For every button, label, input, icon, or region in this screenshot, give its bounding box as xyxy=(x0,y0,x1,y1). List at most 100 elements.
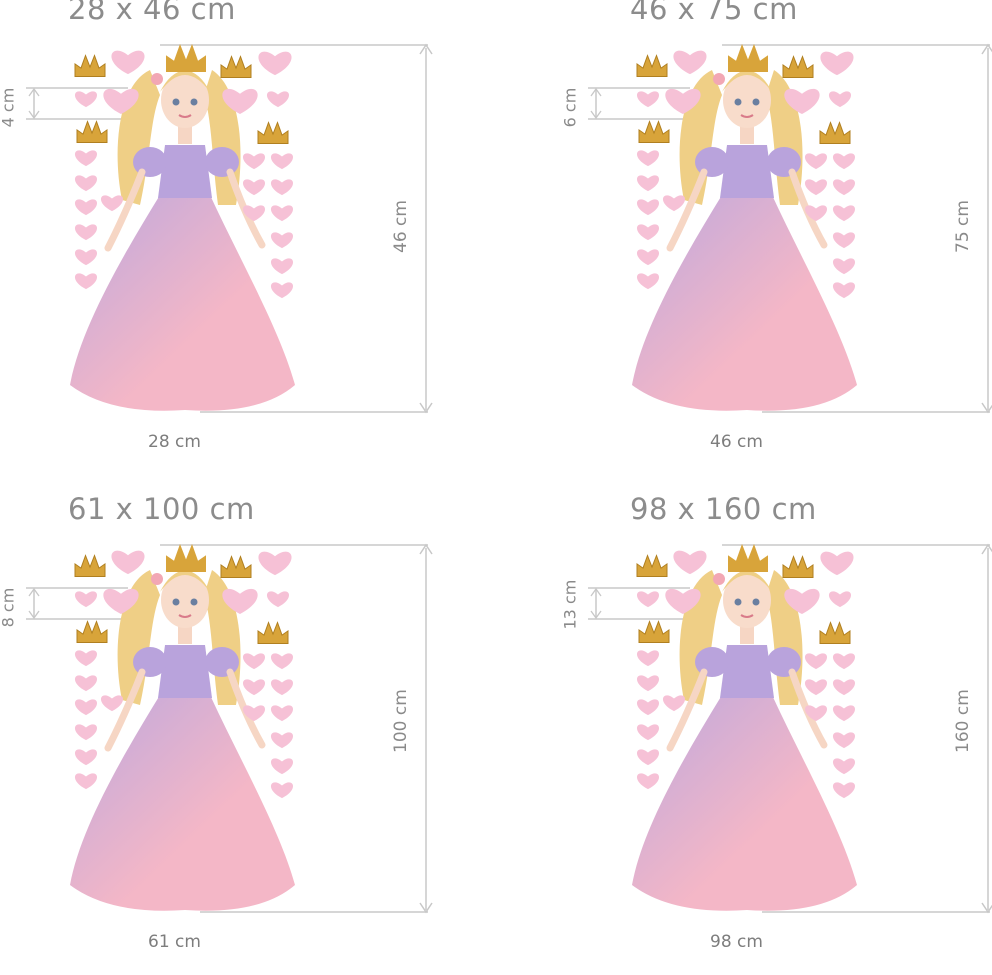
arrow-up-icon xyxy=(981,543,992,555)
heart-icon xyxy=(74,273,98,290)
heart-icon xyxy=(270,205,294,222)
princess-illustration xyxy=(588,43,992,414)
heart-icon xyxy=(820,51,854,76)
heart-icon xyxy=(636,224,660,241)
crown-icon xyxy=(257,621,289,644)
princess-eye xyxy=(172,98,180,106)
heart-icon xyxy=(636,749,660,766)
flower-icon xyxy=(151,73,163,85)
heart-icon xyxy=(270,758,294,775)
heart-icon xyxy=(662,695,686,712)
princess-dress xyxy=(632,195,857,411)
princess-dress xyxy=(632,695,857,911)
crown-icon xyxy=(220,555,252,578)
princess-bodice xyxy=(720,645,774,698)
width-label: 46 cm xyxy=(710,432,763,452)
heart-icon xyxy=(636,91,660,108)
heart-icon xyxy=(266,591,290,608)
heart-icon xyxy=(74,249,98,266)
princess-bodice xyxy=(158,645,212,698)
height-label: 160 cm xyxy=(953,689,973,753)
heart-icon xyxy=(636,699,660,716)
crown-icon xyxy=(638,120,670,143)
tiara-icon xyxy=(728,44,768,72)
heart-icon xyxy=(832,653,856,670)
heart-icon xyxy=(270,179,294,196)
arrow-down-icon xyxy=(981,402,992,414)
crown-icon xyxy=(636,554,668,577)
heart-icon xyxy=(828,591,852,608)
flower-icon xyxy=(713,573,725,585)
tiara-icon xyxy=(728,544,768,572)
princess-illustration xyxy=(588,543,992,914)
heart-icon xyxy=(828,91,852,108)
crown-icon xyxy=(76,120,108,143)
princess-eye xyxy=(734,598,742,606)
heart-icon xyxy=(673,550,707,575)
heart-icon xyxy=(111,550,145,575)
heart-icon xyxy=(270,258,294,275)
heart-icon xyxy=(832,679,856,696)
princess-sleeve xyxy=(205,147,239,177)
heart-icon xyxy=(74,224,98,241)
heart-icon xyxy=(74,199,98,216)
princess-eye xyxy=(172,598,180,606)
heart-icon xyxy=(636,773,660,790)
princess-eye xyxy=(190,98,198,106)
heart-icon xyxy=(242,679,266,696)
flower-icon xyxy=(713,73,725,85)
heart-icon xyxy=(636,199,660,216)
crown-icon xyxy=(257,121,289,144)
heart-icon xyxy=(242,179,266,196)
princess-dress xyxy=(70,695,295,911)
heart-icon xyxy=(100,195,124,212)
heart-icon xyxy=(636,675,660,692)
heart-icon xyxy=(636,273,660,290)
heart-icon xyxy=(804,679,828,696)
heart-icon xyxy=(270,782,294,799)
heart-icon xyxy=(832,705,856,722)
crown-icon xyxy=(819,121,851,144)
crown-icon xyxy=(636,54,668,77)
heart-icon xyxy=(832,205,856,222)
heart-icon xyxy=(74,175,98,192)
crown-icon xyxy=(819,621,851,644)
heart-icon xyxy=(804,653,828,670)
heart-icon xyxy=(804,179,828,196)
princess-sleeve xyxy=(767,647,801,677)
height-label: 75 cm xyxy=(953,200,973,253)
heart-icon xyxy=(832,282,856,299)
heart-icon xyxy=(74,724,98,741)
heart-icon xyxy=(636,591,660,608)
crown-icon xyxy=(782,555,814,578)
tiara-icon xyxy=(166,44,206,72)
princess-bodice xyxy=(720,145,774,198)
heart-icon xyxy=(270,232,294,249)
heart-icon xyxy=(242,653,266,670)
heart-icon xyxy=(74,699,98,716)
heart-icon xyxy=(673,50,707,75)
heart-icon xyxy=(832,782,856,799)
princess-bodice xyxy=(158,145,212,198)
princess-illustration xyxy=(26,543,433,914)
heart-icon xyxy=(832,758,856,775)
heart-icon xyxy=(636,724,660,741)
heart-icon xyxy=(832,732,856,749)
heart-icon xyxy=(832,232,856,249)
princess-illustration xyxy=(26,43,433,414)
heart-icon xyxy=(74,650,98,667)
crown-icon xyxy=(220,55,252,78)
heart-icon xyxy=(111,50,145,75)
heart-icon xyxy=(662,195,686,212)
heart-icon xyxy=(74,91,98,108)
heart-icon xyxy=(242,153,266,170)
heart-icon xyxy=(266,91,290,108)
heart-icon xyxy=(832,153,856,170)
heart-icon xyxy=(270,153,294,170)
heart-icon xyxy=(820,551,854,576)
heart-icon xyxy=(258,551,292,576)
flower-icon xyxy=(151,573,163,585)
heart-icon xyxy=(804,153,828,170)
heart-icon xyxy=(636,650,660,667)
element-size-label: 13 cm xyxy=(560,579,580,630)
